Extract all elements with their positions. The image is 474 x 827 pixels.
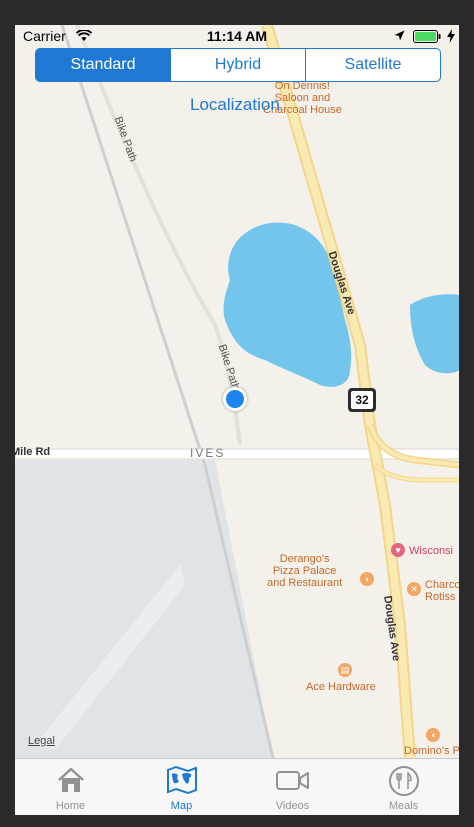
tab-map-label: Map — [170, 800, 193, 812]
battery-icon — [413, 30, 441, 43]
shopping-icon[interactable]: ♥ — [391, 543, 405, 557]
segment-satellite[interactable]: Satellite — [306, 49, 440, 81]
map-view[interactable]: Bike Path Bike Path Douglas Ave Douglas … — [15, 25, 459, 758]
legal-link[interactable]: Legal — [28, 735, 55, 747]
fork-knife-icon — [388, 766, 419, 796]
route-shield-32: 32 — [348, 388, 376, 412]
phone-screen: Bike Path Bike Path Douglas Ave Douglas … — [15, 25, 459, 815]
ives-label: IVES — [190, 446, 226, 460]
user-location-dot[interactable] — [223, 387, 247, 411]
tab-home[interactable]: Home — [15, 759, 126, 815]
status-time: 11:14 AM — [206, 28, 268, 44]
status-bar: Carrier 11:14 AM — [15, 25, 459, 47]
tab-videos-label: Videos — [275, 800, 310, 812]
mile-rd-label: Mile Rd — [15, 446, 51, 458]
restaurant-icon[interactable]: ✕ — [407, 582, 421, 596]
poi-wisconsin[interactable]: Wisconsi — [409, 545, 453, 557]
tab-home-label: Home — [55, 800, 86, 812]
location-arrow-icon — [394, 30, 405, 41]
tab-map[interactable]: Map — [126, 759, 237, 815]
tab-meals-label: Meals — [388, 800, 419, 812]
map-type-segmented-control[interactable]: Standard Hybrid Satellite — [35, 48, 441, 82]
tab-meals[interactable]: Meals — [348, 759, 459, 815]
house-icon — [57, 767, 84, 792]
world-map-icon — [166, 765, 197, 795]
pizza-icon[interactable]: ◖ — [426, 728, 440, 742]
poi-ace-hardware[interactable]: Ace Hardware — [306, 681, 376, 693]
video-camera-icon — [275, 771, 309, 790]
charging-bolt-icon — [447, 29, 455, 43]
poi-derangos[interactable]: Derango's Pizza Palace and Restaurant — [267, 553, 342, 589]
poi-charco[interactable]: Charco Rotiss — [425, 579, 459, 603]
pizza-icon[interactable]: ◖ — [360, 572, 374, 586]
tab-videos[interactable]: Videos — [237, 759, 348, 815]
poi-dominos[interactable]: Domino's Piz — [404, 745, 459, 757]
hardware-store-icon[interactable]: ▤ — [338, 663, 352, 677]
tab-bar: Home Map Videos Meals — [15, 758, 459, 815]
segment-hybrid[interactable]: Hybrid — [171, 49, 306, 81]
localization-label: Localization — [190, 95, 280, 114]
segment-standard[interactable]: Standard — [36, 49, 171, 81]
